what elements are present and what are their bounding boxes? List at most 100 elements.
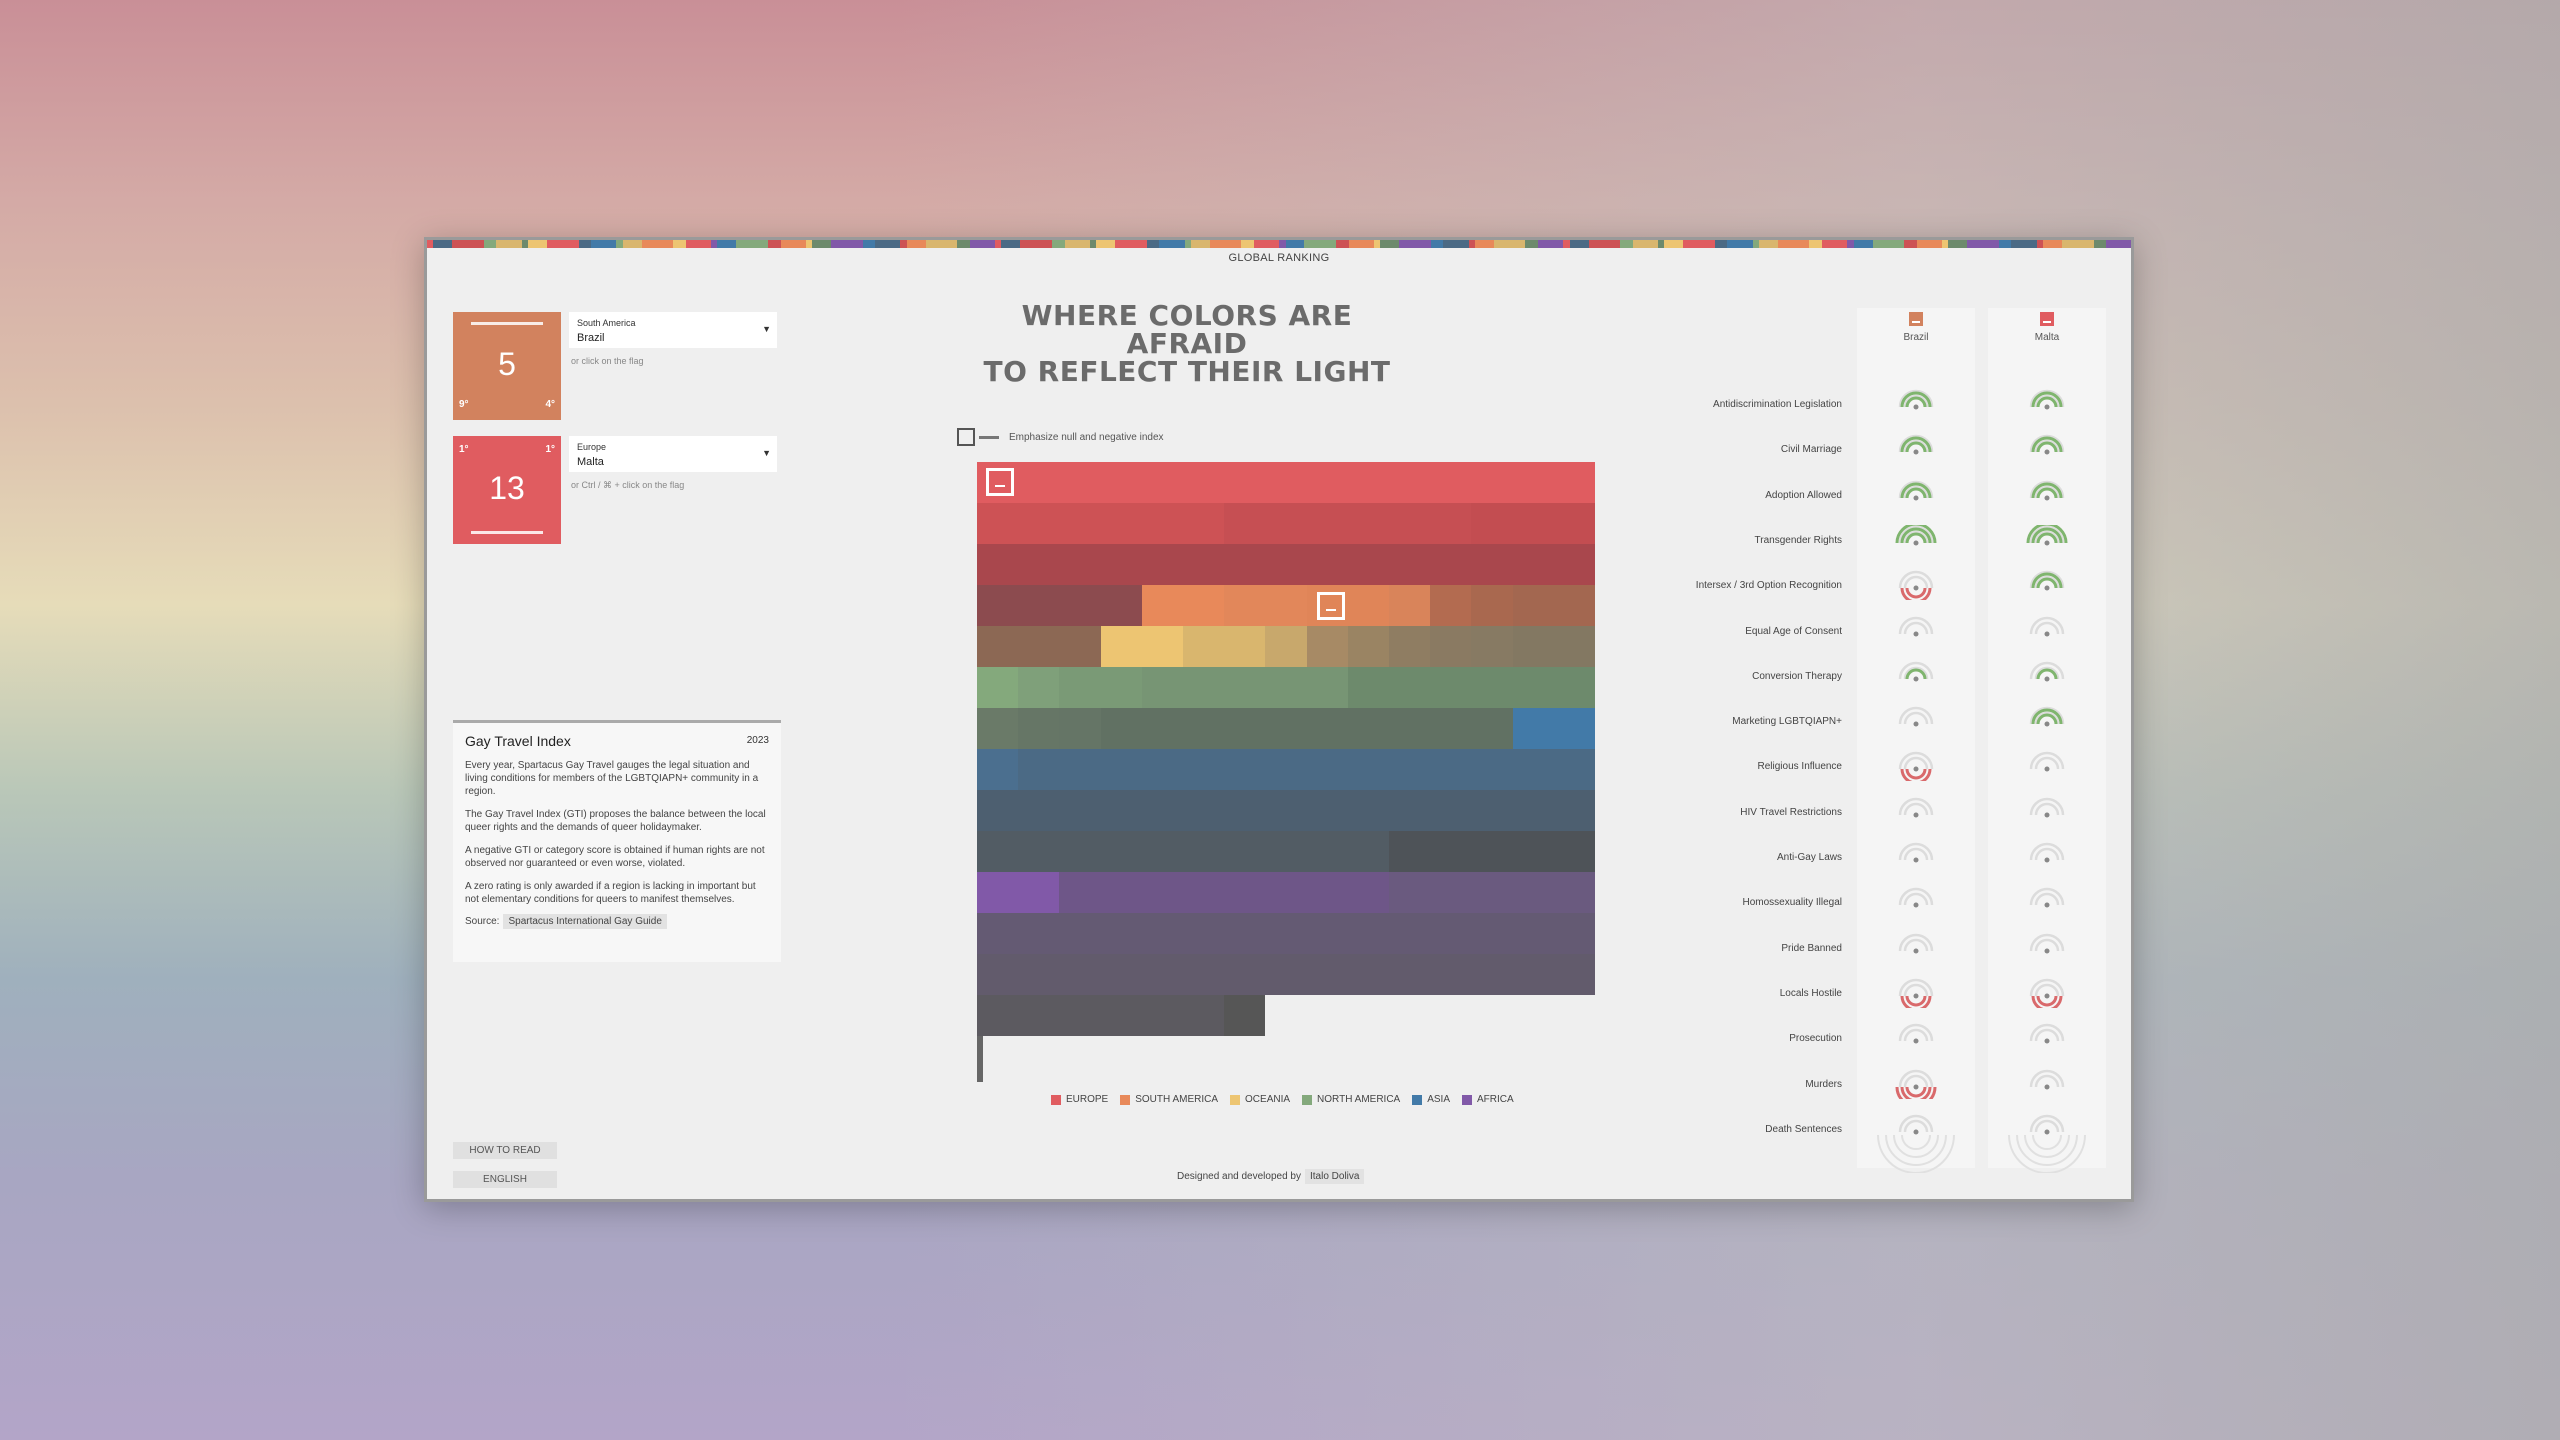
grid-cell[interactable]	[1512, 667, 1554, 708]
grid-cell[interactable]	[1100, 585, 1142, 626]
checkbox[interactable]	[957, 428, 975, 446]
neutral-dot-icon[interactable]	[1889, 797, 1943, 827]
grid-cell[interactable]	[1306, 790, 1348, 831]
neutral-dot-icon[interactable]	[2020, 1023, 2074, 1053]
grid-cell[interactable]	[1224, 544, 1266, 585]
grid-cell[interactable]	[1347, 462, 1390, 503]
grid-cell[interactable]	[1265, 749, 1307, 790]
grid-cell[interactable]	[1183, 462, 1225, 503]
grid-cell[interactable]	[1183, 872, 1225, 913]
grid-cell[interactable]	[1347, 954, 1390, 995]
negative-arc-icon[interactable]	[1889, 751, 1943, 782]
grid-cell[interactable]	[1389, 585, 1431, 626]
grid-cell[interactable]	[1306, 954, 1348, 995]
grid-cell[interactable]	[977, 995, 1019, 1036]
legend-item[interactable]: NORTH AMERICA	[1302, 1094, 1400, 1105]
grid-cell[interactable]	[977, 667, 1019, 708]
grid-cell[interactable]	[1389, 749, 1431, 790]
grid-cell[interactable]	[1306, 544, 1348, 585]
grid-cell[interactable]	[977, 626, 1019, 667]
grid-cell[interactable]	[1059, 872, 1101, 913]
neutral-dot-icon[interactable]	[2020, 616, 2074, 646]
selected-marker-brazil[interactable]	[1317, 592, 1345, 620]
grid-cell[interactable]	[1141, 995, 1184, 1036]
legend-item[interactable]: EUROPE	[1051, 1094, 1108, 1105]
grid-cell[interactable]	[1059, 462, 1101, 503]
grid-cell[interactable]	[1018, 503, 1060, 544]
grid-cell[interactable]	[1224, 995, 1266, 1036]
chevron-down-icon[interactable]: ▼	[762, 448, 771, 458]
grid-cell[interactable]	[1553, 872, 1596, 913]
neutral-dot-icon[interactable]	[2020, 842, 2074, 872]
grid-cell[interactable]	[1347, 544, 1390, 585]
grid-cell[interactable]	[977, 913, 1019, 954]
grid-cell[interactable]	[1100, 462, 1142, 503]
grid-cell[interactable]	[1141, 790, 1184, 831]
grid-cell[interactable]	[1430, 667, 1472, 708]
grid-cell[interactable]	[1306, 708, 1348, 749]
grid-cell[interactable]	[1183, 790, 1225, 831]
grid-cell[interactable]	[1553, 708, 1596, 749]
grid-cell[interactable]	[1553, 462, 1596, 503]
language-button[interactable]: ENGLISH	[453, 1171, 557, 1188]
positive-arc-icon[interactable]	[2020, 480, 2074, 510]
grid-cell[interactable]	[1430, 872, 1472, 913]
grid-cell[interactable]	[1183, 544, 1225, 585]
grid-cell[interactable]	[977, 708, 1019, 749]
neutral-dot-icon[interactable]	[2020, 751, 2074, 781]
grid-cell[interactable]	[1553, 544, 1596, 585]
grid-cell[interactable]	[1141, 749, 1184, 790]
rank-card-b[interactable]: 1° 1° 13	[453, 436, 561, 544]
country-select-a[interactable]: South America Brazil ▼ or click on the f…	[569, 312, 777, 366]
grid-cell[interactable]	[1430, 954, 1472, 995]
grid-cell[interactable]	[1183, 667, 1225, 708]
grid-cell[interactable]	[1347, 790, 1390, 831]
grid-cell[interactable]	[1553, 790, 1596, 831]
grid-cell[interactable]	[1512, 544, 1554, 585]
flag-icon[interactable]	[1909, 312, 1923, 326]
grid-cell[interactable]	[1224, 708, 1266, 749]
grid-cell[interactable]	[1183, 995, 1225, 1036]
grid-cell[interactable]	[1265, 872, 1307, 913]
grid-cell[interactable]	[1059, 585, 1101, 626]
grid-cell[interactable]	[1018, 954, 1060, 995]
grid-cell[interactable]	[1100, 667, 1142, 708]
positive-arc-icon[interactable]	[1889, 661, 1943, 691]
grid-cell[interactable]	[1389, 503, 1431, 544]
global-ranking-nav[interactable]: GLOBAL RANKING	[427, 252, 2131, 264]
neutral-dot-icon[interactable]	[1889, 887, 1943, 917]
negative-arc-icon[interactable]	[2020, 978, 2074, 1008]
selected-marker-malta[interactable]	[986, 468, 1014, 496]
neutral-dot-icon[interactable]	[1889, 1023, 1943, 1053]
grid-cell[interactable]	[977, 503, 1019, 544]
grid-cell[interactable]	[1018, 872, 1060, 913]
grid-cell[interactable]	[1471, 872, 1513, 913]
grid-cell[interactable]	[1553, 749, 1596, 790]
grid-cell[interactable]	[1141, 872, 1184, 913]
positive-arc-icon[interactable]	[2020, 661, 2074, 691]
grid-cell[interactable]	[1512, 749, 1554, 790]
grid-cell[interactable]	[1512, 708, 1554, 749]
grid-cell[interactable]	[977, 544, 1019, 585]
grid-cell[interactable]	[1224, 913, 1266, 954]
grid-cell[interactable]	[1512, 503, 1554, 544]
grid-cell[interactable]	[1018, 544, 1060, 585]
grid-cell[interactable]	[1430, 708, 1472, 749]
legend-item[interactable]: AFRICA	[1462, 1094, 1514, 1105]
grid-cell[interactable]	[1265, 462, 1307, 503]
grid-cell[interactable]	[1059, 913, 1101, 954]
grid-cell[interactable]	[1018, 667, 1060, 708]
grid-cell[interactable]	[1553, 954, 1596, 995]
grid-cell[interactable]	[1018, 913, 1060, 954]
negative-arc-icon[interactable]	[1889, 570, 1943, 601]
grid-cell[interactable]	[1347, 503, 1390, 544]
grid-cell[interactable]	[1471, 585, 1513, 626]
grid-cell[interactable]	[1347, 831, 1390, 872]
grid-cell[interactable]	[977, 749, 1019, 790]
neutral-dot-icon[interactable]	[1889, 706, 1943, 736]
grid-cell[interactable]	[1265, 585, 1307, 626]
grid-cell[interactable]	[1306, 831, 1348, 872]
positive-arc-icon[interactable]	[2020, 389, 2074, 419]
grid-cell[interactable]	[1306, 872, 1348, 913]
grid-cell[interactable]	[1141, 544, 1184, 585]
